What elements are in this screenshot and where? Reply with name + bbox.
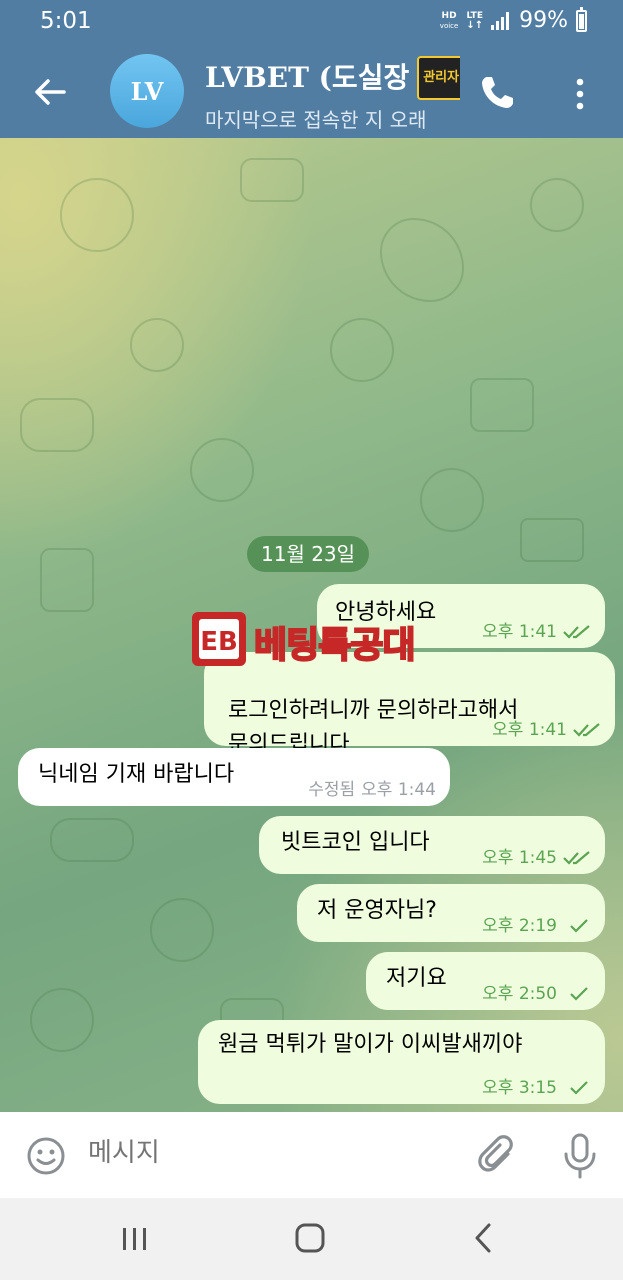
home-icon[interactable] — [294, 1222, 326, 1254]
phone-icon[interactable] — [478, 72, 518, 112]
doodle — [420, 468, 484, 532]
emoji-icon[interactable] — [26, 1136, 66, 1176]
chat-title-area[interactable]: LVBET (도실장 관리자 마지막으로 접속한 지 오래 — [205, 56, 460, 133]
message-meta: 오후 1:41 — [482, 622, 591, 642]
check-icon — [570, 919, 588, 933]
message-text: 닉네임 기재 바랍니다 — [38, 762, 235, 787]
message-meta: 오후 2:19 — [482, 916, 591, 936]
microphone-icon[interactable] — [562, 1132, 598, 1180]
hd-voice-icon: HD voice — [439, 10, 459, 30]
message-input[interactable] — [88, 1138, 428, 1168]
message-time: 오후 3:15 — [482, 1078, 557, 1098]
message-time: 오후 1:44 — [361, 780, 436, 800]
doodle — [520, 518, 584, 562]
message-incoming[interactable]: 닉네임 기재 바랍니다 수정됨 오후 1:44 — [18, 748, 450, 806]
doodle — [40, 548, 94, 612]
watermark-logo-icon: EB — [192, 612, 246, 666]
message-meta: 오후 3:15 — [482, 1078, 591, 1098]
message-outgoing[interactable]: 저기요 오후 2:50 — [366, 952, 605, 1010]
recent-apps-icon[interactable] — [120, 1226, 150, 1252]
doodle — [190, 438, 254, 502]
battery-percent: 99% — [519, 8, 568, 33]
svg-text:EB: EB — [200, 627, 238, 657]
message-outgoing[interactable]: 빗트코인 입니다 오후 1:45 — [259, 816, 605, 874]
watermark: EB 베팅특공대 — [190, 610, 460, 670]
check-icon — [570, 1081, 588, 1095]
message-text: 저 운영자님? — [317, 898, 437, 923]
double-check-icon — [563, 851, 590, 865]
doodle — [20, 398, 94, 452]
watermark-text: 베팅특공대 — [253, 624, 417, 667]
message-time: 오후 1:41 — [482, 622, 557, 642]
chat-header: LV LVBET (도실장 관리자 마지막으로 접속한 지 오래 — [0, 44, 623, 138]
system-nav-bar — [0, 1198, 623, 1280]
message-edited: 수정됨 — [308, 780, 356, 800]
message-time: 오후 2:19 — [482, 916, 557, 936]
doodle — [380, 218, 464, 302]
check-icon — [570, 987, 588, 1001]
chat-area[interactable]: 11월 23일 안녕하세요 오후 1:41 로그인하려니까 문의하라고해서 문의… — [0, 138, 623, 1112]
more-menu-icon[interactable] — [572, 74, 588, 114]
doodle — [150, 898, 214, 962]
doodle — [30, 988, 94, 1052]
avatar[interactable]: LV — [110, 54, 184, 128]
message-text: 빗트코인 입니다 — [281, 830, 430, 855]
status-icons: HD voice LTE ↓↑ 99% — [439, 6, 587, 33]
doodle — [330, 318, 394, 382]
message-meta: 수정됨 오후 1:44 — [308, 780, 436, 800]
admin-badge: 관리자 — [417, 56, 460, 100]
last-seen: 마지막으로 접속한 지 오래 — [205, 108, 427, 132]
date-separator: 11월 23일 — [247, 536, 370, 572]
message-text: 저기요 — [386, 966, 447, 991]
status-time: 5:01 — [40, 8, 92, 34]
signal-icon — [491, 11, 511, 30]
doodle — [240, 158, 304, 202]
back-arrow-icon[interactable] — [30, 72, 70, 112]
doodle — [130, 318, 184, 372]
double-check-icon — [573, 723, 600, 737]
message-meta: 오후 2:50 — [482, 984, 591, 1004]
paperclip-icon[interactable] — [478, 1134, 518, 1178]
doodle — [50, 818, 134, 862]
doodle — [530, 178, 584, 232]
battery-icon — [576, 6, 587, 32]
message-outgoing[interactable]: 저 운영자님? 오후 2:19 — [297, 884, 605, 942]
message-time: 오후 1:41 — [492, 720, 567, 740]
message-time: 오후 1:45 — [482, 848, 557, 868]
doodle — [470, 378, 534, 432]
status-bar: 5:01 HD voice LTE ↓↑ 99% — [0, 0, 623, 44]
message-meta: 오후 1:45 — [482, 848, 591, 868]
message-input-bar — [0, 1112, 623, 1198]
message-meta: 오후 1:41 — [492, 720, 601, 740]
doodle — [60, 178, 134, 252]
message-outgoing[interactable]: 원금 먹튀가 말이가 이씨발새끼야 오후 3:15 — [198, 1020, 605, 1104]
chat-title: LVBET (도실장 관리자 — [205, 56, 460, 100]
lte-icon: LTE ↓↑ — [466, 10, 484, 31]
nav-back-icon[interactable] — [472, 1222, 494, 1254]
double-check-icon — [563, 625, 590, 639]
message-time: 오후 2:50 — [482, 984, 557, 1004]
message-text: 원금 먹튀가 말이가 이씨발새끼야 — [218, 1032, 523, 1057]
